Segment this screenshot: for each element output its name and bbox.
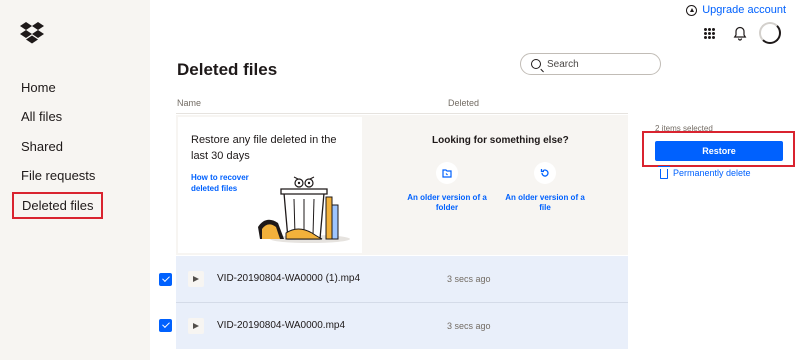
divider <box>176 113 628 114</box>
sidebar-item-home[interactable]: Home <box>21 80 56 95</box>
table-row[interactable]: VID-20190804-WA0000.mp4 3 secs ago <box>176 303 628 349</box>
video-file-icon <box>188 318 204 334</box>
arrow-up-circle-icon <box>686 4 698 16</box>
search-box[interactable] <box>520 53 661 75</box>
search-icon <box>531 59 541 69</box>
upgrade-account-label: Upgrade account <box>702 4 786 16</box>
dropbox-logo-icon[interactable] <box>20 22 44 44</box>
older-folder-version-link[interactable]: An older version of a folder <box>407 193 487 213</box>
grid-icon[interactable] <box>704 28 715 39</box>
permanently-delete-button[interactable]: Permanently delete <box>658 166 751 179</box>
search-input[interactable] <box>547 58 657 70</box>
column-header-deleted[interactable]: Deleted <box>448 98 479 108</box>
avatar[interactable] <box>759 22 781 44</box>
promo-card: Restore any file deleted in the last 30 … <box>178 117 362 253</box>
upgrade-account-link[interactable]: Upgrade account <box>686 4 786 16</box>
row-checkbox[interactable] <box>159 319 172 332</box>
highlight-deleted-files <box>12 192 103 219</box>
deleted-time: 3 secs ago <box>447 321 491 331</box>
file-name[interactable]: VID-20190804-WA0000.mp4 <box>217 320 345 331</box>
sidebar: Home All files Shared File requests Dele… <box>0 0 150 360</box>
deleted-time: 3 secs ago <box>447 274 491 284</box>
trash-icon <box>658 166 670 179</box>
trash-illustration <box>258 176 350 243</box>
row-checkbox[interactable] <box>159 273 172 286</box>
highlight-restore <box>642 131 795 167</box>
older-file-version-link[interactable]: An older version of a file <box>505 193 585 213</box>
file-name[interactable]: VID-20190804-WA0000 (1).mp4 <box>217 273 360 284</box>
sidebar-item-all-files[interactable]: All files <box>21 109 62 124</box>
page-title: Deleted files <box>177 60 278 79</box>
history-icon[interactable] <box>534 162 556 184</box>
column-header-name[interactable]: Name <box>177 98 201 108</box>
promo-panel: Restore any file deleted in the last 30 … <box>176 115 628 255</box>
permanently-delete-label: Permanently delete <box>673 168 751 178</box>
promo-heading: Restore any file deleted in the last 30 … <box>191 134 337 162</box>
sidebar-item-shared[interactable]: Shared <box>21 139 63 154</box>
sidebar-item-file-requests[interactable]: File requests <box>21 168 95 183</box>
promo-right-title: Looking for something else? <box>432 135 569 146</box>
folder-restore-icon[interactable] <box>436 162 458 184</box>
table-row[interactable]: VID-20190804-WA0000 (1).mp4 3 secs ago <box>176 256 628 302</box>
video-file-icon <box>188 271 204 287</box>
bell-icon[interactable] <box>733 26 747 41</box>
